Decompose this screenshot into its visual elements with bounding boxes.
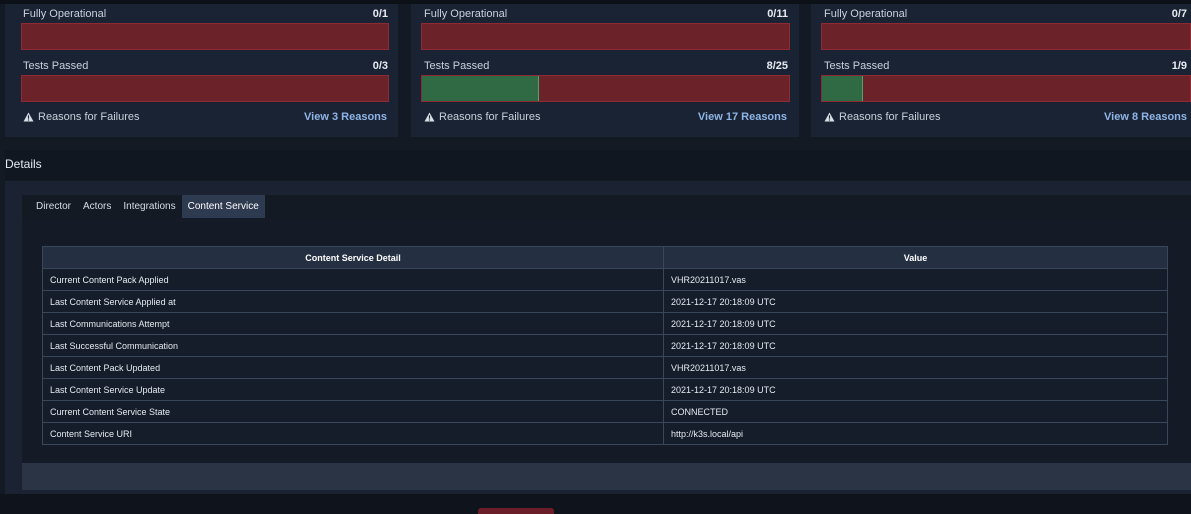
table-row: Current Content Pack Applied VHR20211017.… [42, 268, 1168, 291]
fully-operational-bar [21, 23, 389, 50]
detail-cell: Last Content Service Update [42, 378, 664, 401]
tests-passed-label: Tests Passed [23, 60, 89, 72]
warning-triangle-icon [824, 112, 835, 122]
view-reasons-link[interactable]: View 8 Reasons [1104, 111, 1187, 123]
tests-passed-value: 8/25 [766, 60, 788, 72]
reasons-label: Reasons for Failures [439, 111, 541, 123]
table-row: Last Content Pack Updated VHR20211017.vas [42, 356, 1168, 379]
details-tab-bar: Director Actors Integrations Content Ser… [22, 195, 1191, 218]
status-card-3: Fully Operational 0/7 Tests Passed 1/9 R… [811, 4, 1191, 137]
panel-footer [22, 463, 1191, 490]
table-header-row: Content Service Detail Value [42, 246, 1168, 269]
view-reasons-link[interactable]: View 3 Reasons [304, 111, 387, 123]
value-cell: 2021-12-17 20:18:09 UTC [663, 378, 1168, 401]
detail-cell: Last Content Service Applied at [42, 290, 664, 313]
tests-passed-bar [421, 75, 790, 102]
value-cell: CONNECTED [663, 400, 1168, 423]
status-card-2: Fully Operational 0/11 Tests Passed 8/25… [411, 4, 799, 137]
fully-operational-value: 0/11 [767, 8, 788, 20]
tab-actors[interactable]: Actors [77, 195, 117, 218]
detail-cell: Content Service URI [42, 422, 664, 445]
tab-director[interactable]: Director [30, 195, 77, 218]
table-row: Current Content Service State CONNECTED [42, 400, 1168, 423]
reasons-for-failures: Reasons for Failures [824, 111, 941, 123]
tests-passed-value: 0/3 [372, 60, 388, 72]
fully-operational-bar [821, 23, 1191, 50]
reasons-label: Reasons for Failures [38, 111, 140, 123]
detail-cell: Current Content Pack Applied [42, 268, 664, 291]
details-title: Details [5, 157, 42, 171]
value-cell: 2021-12-17 20:18:09 UTC [663, 312, 1168, 335]
fully-operational-label: Fully Operational [824, 8, 908, 20]
tab-content-service[interactable]: Content Service [181, 195, 265, 218]
warning-triangle-icon [23, 112, 34, 122]
column-header-detail: Content Service Detail [42, 246, 664, 269]
view-reasons-link[interactable]: View 17 Reasons [698, 111, 787, 123]
fully-operational-label: Fully Operational [23, 8, 107, 20]
bottom-indicator [478, 508, 554, 514]
tab-integrations[interactable]: Integrations [117, 195, 181, 218]
tests-passed-label: Tests Passed [824, 60, 890, 72]
fully-operational-bar [421, 23, 790, 50]
reasons-for-failures: Reasons for Failures [424, 111, 541, 123]
column-header-value: Value [663, 246, 1168, 269]
table-row: Last Communications Attempt 2021-12-17 20… [42, 312, 1168, 335]
table-row: Last Content Service Update 2021-12-17 20… [42, 378, 1168, 401]
detail-cell: Last Communications Attempt [42, 312, 664, 335]
detail-cell: Current Content Service State [42, 400, 664, 423]
status-card-1: Fully Operational 0/1 Tests Passed 0/3 R… [5, 4, 398, 137]
tests-passed-bar [21, 75, 389, 102]
table-row: Last Content Service Applied at 2021-12-1… [42, 290, 1168, 313]
fully-operational-label: Fully Operational [424, 8, 508, 20]
fully-operational-value: 0/1 [372, 8, 388, 20]
value-cell: VHR20211017.vas [663, 356, 1168, 379]
table-row: Content Service URI http://k3s.local/api [42, 422, 1168, 445]
warning-triangle-icon [424, 112, 435, 122]
bottom-strip [0, 494, 1191, 514]
detail-cell: Last Successful Communication [42, 334, 664, 357]
tests-passed-label: Tests Passed [424, 60, 490, 72]
fully-operational-value: 0/7 [1171, 8, 1187, 20]
content-service-table: Content Service Detail Value Current Con… [42, 246, 1168, 445]
value-cell: 2021-12-17 20:18:09 UTC [663, 334, 1168, 357]
detail-cell: Last Content Pack Updated [42, 356, 664, 379]
table-row: Last Successful Communication 2021-12-17 … [42, 334, 1168, 357]
tests-passed-bar [821, 75, 1191, 102]
details-header [5, 150, 1191, 180]
value-cell: VHR20211017.vas [663, 268, 1168, 291]
reasons-label: Reasons for Failures [839, 111, 941, 123]
value-cell: http://k3s.local/api [663, 422, 1168, 445]
value-cell: 2021-12-17 20:18:09 UTC [663, 290, 1168, 313]
tests-passed-bar-fill [422, 76, 540, 101]
reasons-for-failures: Reasons for Failures [23, 111, 140, 123]
tests-passed-value: 1/9 [1171, 60, 1187, 72]
tests-passed-bar-fill [822, 76, 863, 101]
